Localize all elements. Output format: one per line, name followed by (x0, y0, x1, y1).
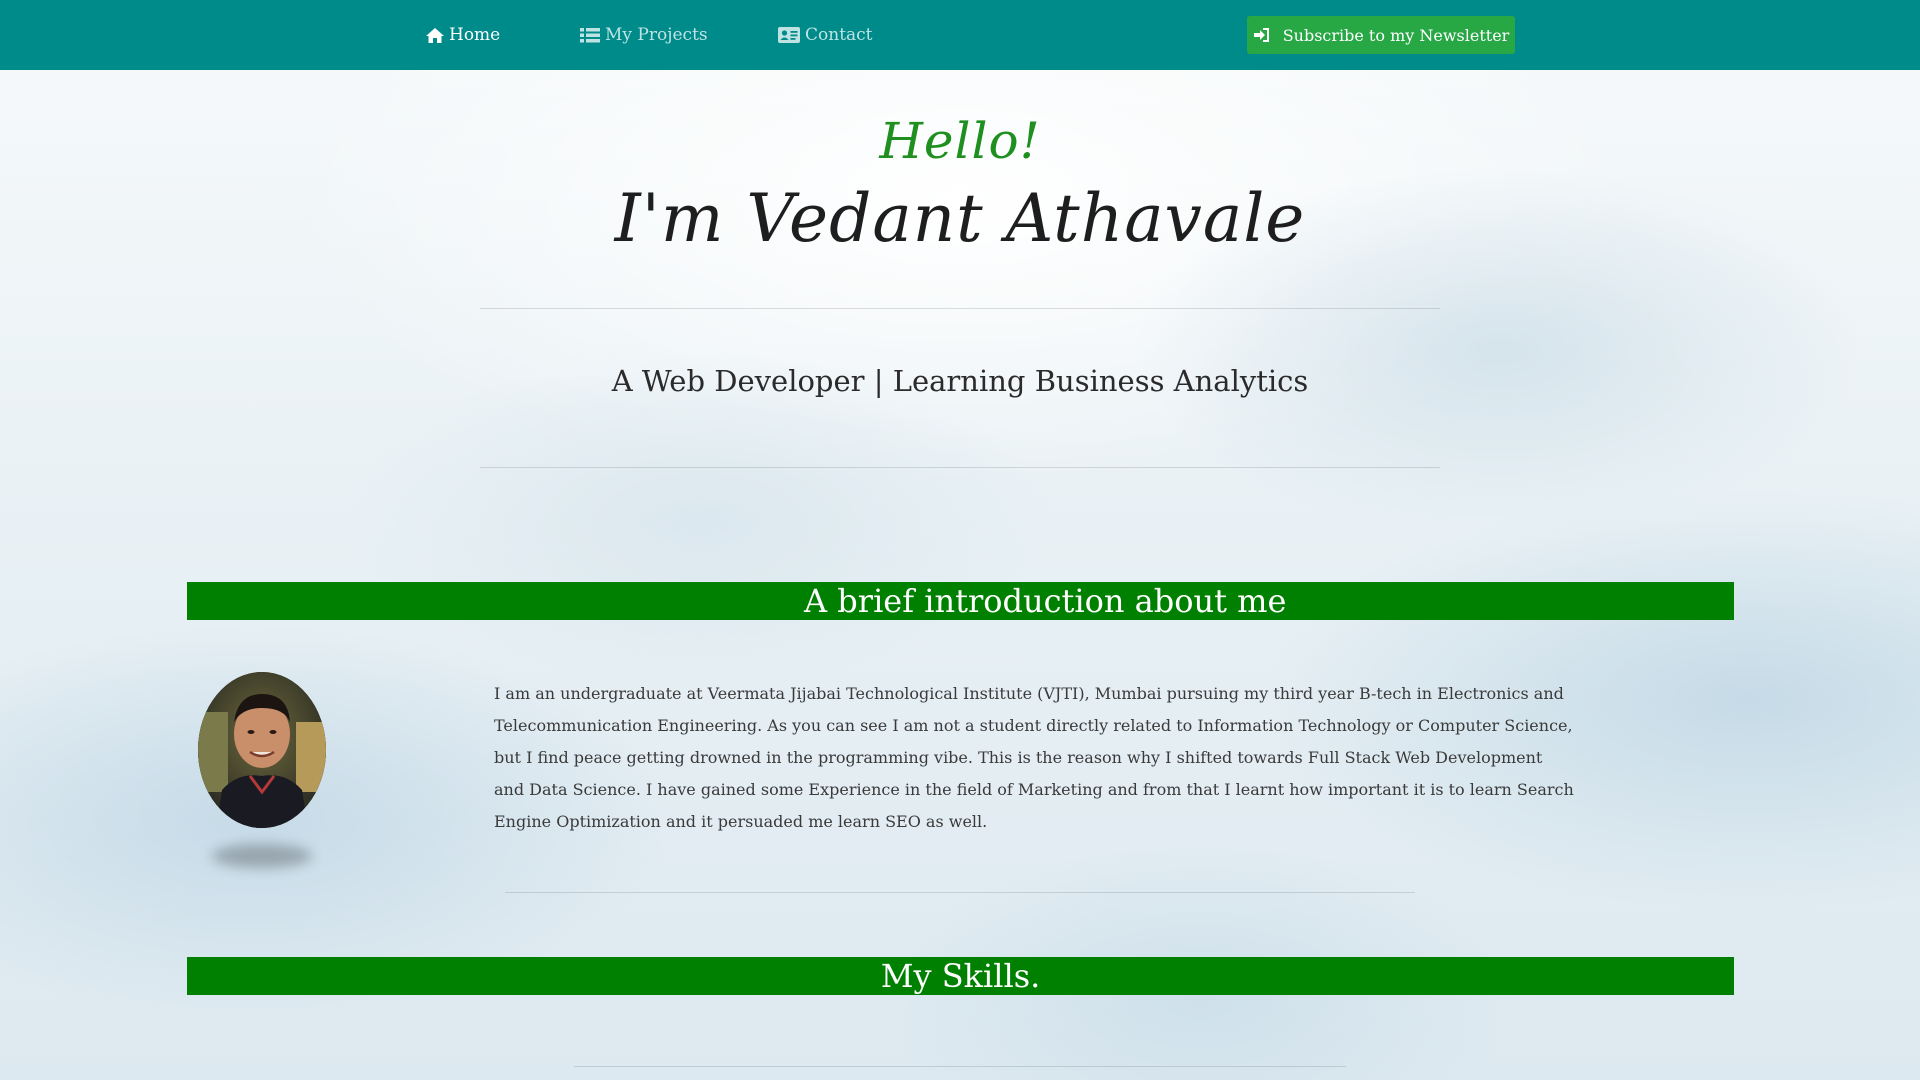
nav-contact-label: Contact (805, 25, 873, 45)
nav-home-link[interactable]: Home (425, 0, 500, 70)
list-icon (580, 27, 600, 42)
skills-section-heading: My Skills. (187, 957, 1734, 995)
sign-in-icon (1253, 28, 1269, 42)
home-icon (426, 27, 444, 43)
divider (480, 308, 1440, 309)
contact-card-icon (778, 27, 800, 43)
intro-paragraph: I am an undergraduate at Veermata Jijaba… (494, 684, 1574, 831)
divider (574, 1066, 1346, 1067)
nav-projects-link[interactable]: My Projects (579, 0, 708, 70)
top-navbar: Home My Projects Contact Subscribe to my… (0, 0, 1920, 70)
nav-home-label: Home (449, 25, 501, 45)
nav-projects-label: My Projects (605, 25, 708, 45)
nav-contact-link[interactable]: Contact (777, 0, 873, 70)
hero-name: I'm Vedant Athavale (614, 180, 1306, 257)
profile-avatar (198, 672, 326, 828)
divider (505, 892, 1415, 893)
hero-greeting: Hello! (879, 112, 1041, 170)
profile-photo (198, 672, 326, 828)
subscribe-newsletter-button[interactable]: Subscribe to my Newsletter (1247, 16, 1515, 54)
subscribe-label: Subscribe to my Newsletter (1282, 25, 1510, 45)
hero-tagline: A Web Developer | Learning Business Anal… (611, 364, 1309, 398)
divider (480, 467, 1440, 468)
avatar-shadow (212, 844, 312, 868)
intro-heading-text: A brief introduction about me (804, 582, 1287, 620)
intro-section-heading: A brief introduction about me (187, 582, 1734, 620)
